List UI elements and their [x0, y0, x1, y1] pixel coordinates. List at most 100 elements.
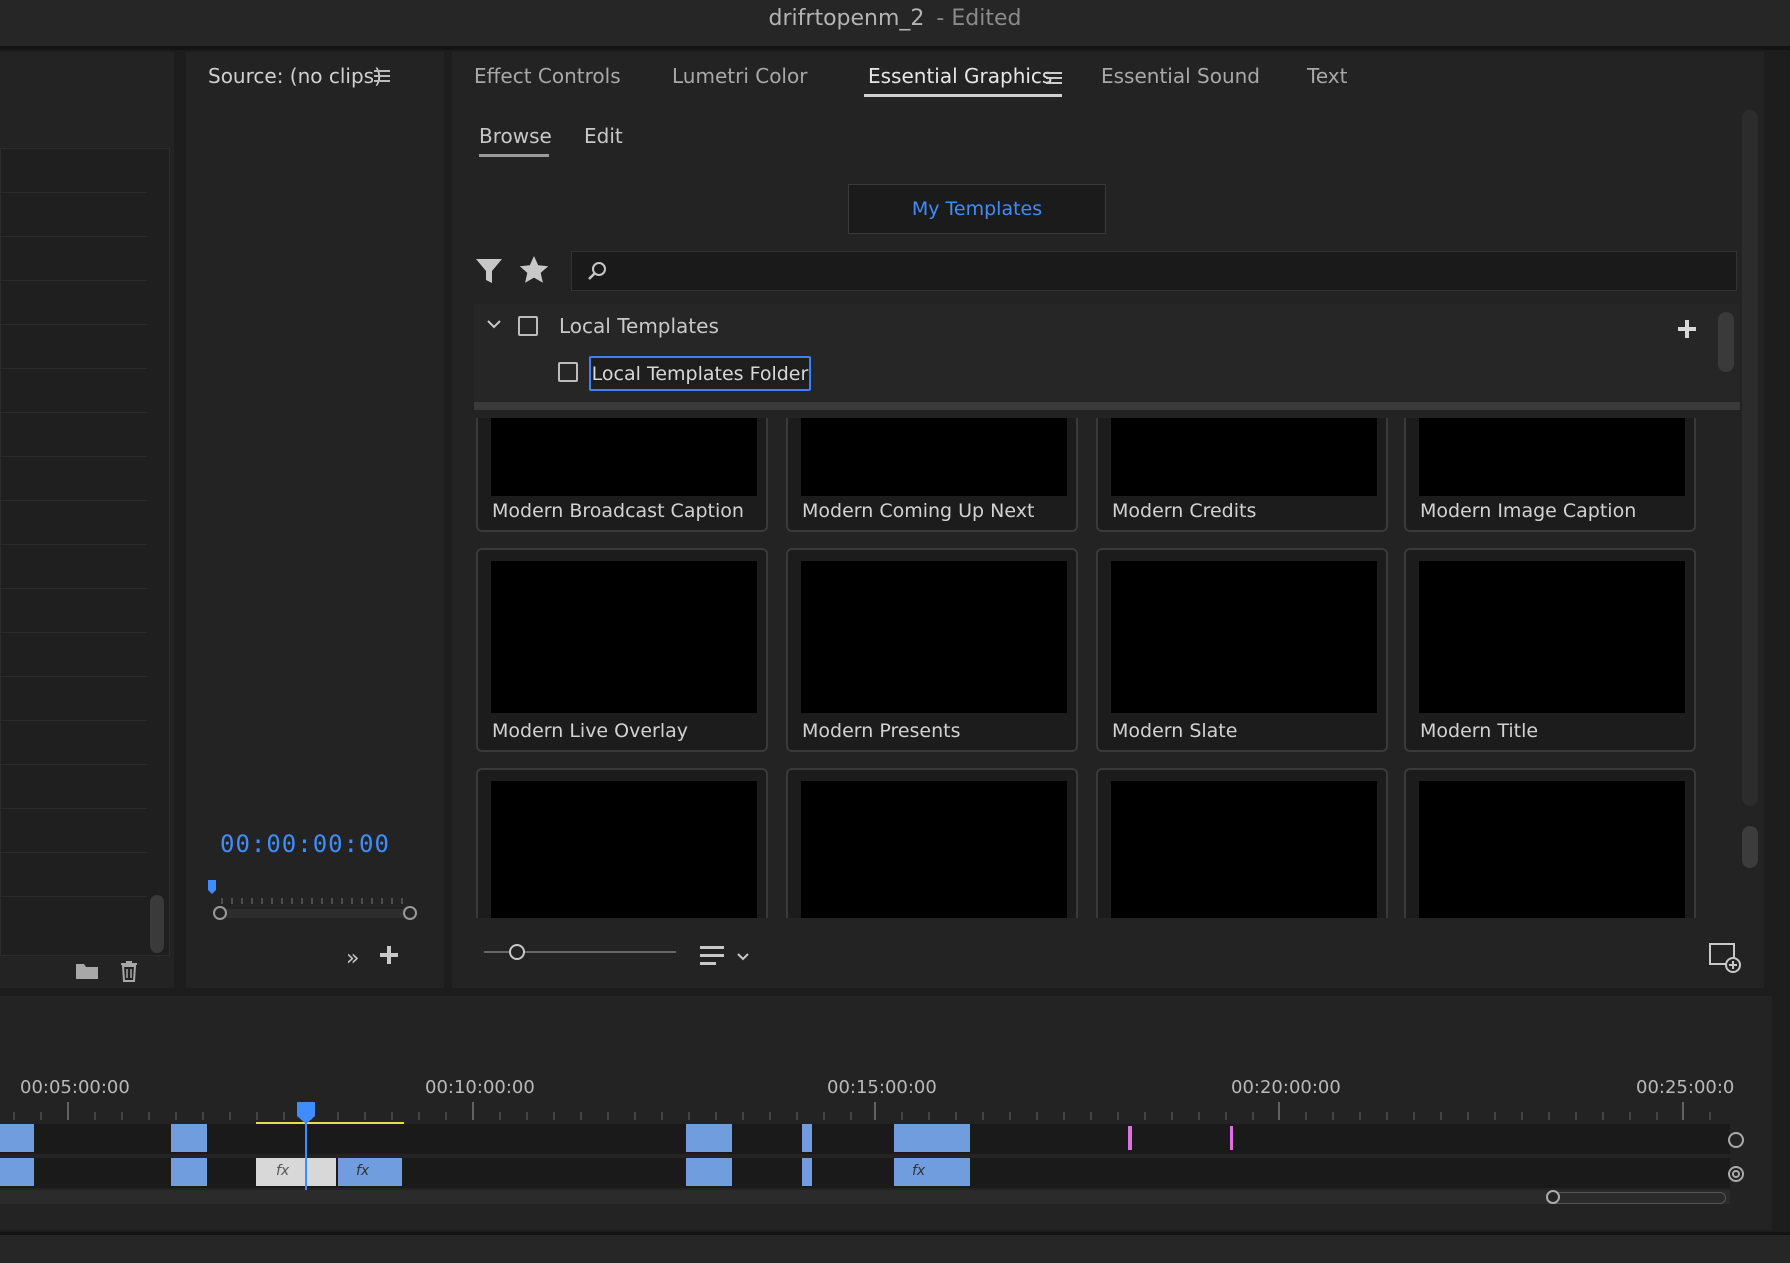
- list-item[interactable]: [1, 281, 147, 325]
- list-item[interactable]: [1, 149, 147, 193]
- list-item[interactable]: [1, 765, 147, 809]
- project-scrollbar[interactable]: [150, 895, 164, 953]
- list-item[interactable]: [1, 457, 147, 501]
- marker[interactable]: [1230, 1126, 1233, 1150]
- fx-icon: fx: [276, 1163, 290, 1179]
- chevron-down-icon[interactable]: [486, 316, 502, 335]
- search-input[interactable]: [571, 251, 1737, 291]
- clip[interactable]: [171, 1124, 207, 1152]
- plus-icon[interactable]: [378, 944, 400, 970]
- template-thumbnail: [1111, 561, 1377, 713]
- source-timecode[interactable]: 00:00:00:00: [220, 830, 390, 858]
- clip[interactable]: fx: [338, 1158, 402, 1186]
- audio-track[interactable]: fx fx fx: [0, 1158, 1730, 1188]
- browse-tab-indicator: [479, 154, 549, 157]
- tab-browse[interactable]: Browse: [479, 124, 552, 148]
- new-item-icon[interactable]: [1708, 942, 1742, 978]
- timeline-horizontal-scrollbar[interactable]: [0, 1190, 1730, 1204]
- template-card[interactable]: Modern Coming Up Next: [786, 418, 1078, 532]
- tab-essential-sound[interactable]: Essential Sound: [1101, 64, 1260, 88]
- list-item[interactable]: [1, 413, 147, 457]
- clip[interactable]: [802, 1124, 812, 1152]
- marker[interactable]: [1128, 1126, 1132, 1150]
- fx-icon: fx: [356, 1163, 370, 1179]
- clip[interactable]: fx: [894, 1158, 970, 1186]
- template-card[interactable]: Modern Live Overlay: [476, 548, 768, 752]
- list-item[interactable]: [1, 325, 147, 369]
- scroll-handle-icon[interactable]: [1546, 1190, 1560, 1204]
- project-name: drifrtopenm_2: [768, 6, 925, 31]
- template-label: Modern Credits: [1112, 500, 1257, 522]
- clip[interactable]: [0, 1124, 34, 1152]
- template-card[interactable]: Modern Image Caption: [1404, 418, 1696, 532]
- tab-essential-graphics[interactable]: Essential Graphics: [868, 64, 1052, 88]
- template-grid: Modern Broadcast Caption Modern Coming U…: [474, 418, 1740, 918]
- template-card[interactable]: Modern Broadcast Caption: [476, 418, 768, 532]
- list-item[interactable]: [1, 237, 147, 281]
- timecode-tick-label: 00:25:00:0: [1636, 1077, 1735, 1098]
- clip[interactable]: [0, 1158, 34, 1186]
- clip[interactable]: [686, 1158, 732, 1186]
- tab-lumetri-color[interactable]: Lumetri Color: [672, 64, 807, 88]
- list-item[interactable]: [1, 853, 147, 897]
- thumbnail-size-slider[interactable]: [482, 940, 678, 968]
- template-card[interactable]: Modern Credits: [1096, 418, 1388, 532]
- template-card[interactable]: [476, 768, 768, 918]
- timecode-tick-label: 00:15:00:00: [827, 1077, 937, 1098]
- template-card[interactable]: [786, 768, 1078, 918]
- template-thumbnail: [1419, 418, 1685, 496]
- template-thumbnail: [1419, 781, 1685, 918]
- list-view-icon[interactable]: [700, 944, 754, 972]
- search-icon: [586, 260, 608, 286]
- scrollbar-thumb[interactable]: [1546, 1192, 1726, 1204]
- template-card[interactable]: Modern Presents: [786, 548, 1078, 752]
- list-item[interactable]: [1, 369, 147, 413]
- templates-scrollbar-thumb[interactable]: [1742, 826, 1758, 868]
- local-templates-scrollbar[interactable]: [1718, 312, 1734, 372]
- video-track[interactable]: [0, 1124, 1730, 1154]
- list-item[interactable]: [1, 545, 147, 589]
- list-item[interactable]: [1, 193, 147, 237]
- source-title[interactable]: Source: (no clips): [208, 64, 382, 88]
- panel-divider[interactable]: [474, 402, 1740, 410]
- track-toggle-icon[interactable]: [1726, 1130, 1746, 1154]
- clip[interactable]: [894, 1124, 970, 1152]
- list-item[interactable]: [1, 501, 147, 545]
- list-item[interactable]: [1, 721, 147, 765]
- local-templates-checkbox[interactable]: [518, 316, 538, 336]
- local-templates-label[interactable]: Local Templates: [559, 314, 719, 338]
- source-mini-ruler[interactable]: [206, 878, 420, 926]
- project-list[interactable]: [0, 148, 170, 956]
- clip[interactable]: [171, 1158, 207, 1186]
- playhead[interactable]: [296, 1102, 316, 1198]
- clip[interactable]: [802, 1158, 812, 1186]
- template-thumbnail: [1111, 418, 1377, 496]
- menu-icon[interactable]: [374, 68, 390, 88]
- local-templates-folder-label[interactable]: Local Templates Folder: [589, 356, 811, 391]
- folder-icon[interactable]: [74, 960, 100, 982]
- template-card[interactable]: Modern Slate: [1096, 548, 1388, 752]
- tab-text[interactable]: Text: [1307, 64, 1347, 88]
- template-thumbnail: [491, 418, 757, 496]
- templates-scrollbar[interactable]: [1742, 110, 1758, 806]
- list-item[interactable]: [1, 589, 147, 633]
- clip[interactable]: [686, 1124, 732, 1152]
- local-templates-folder-checkbox[interactable]: [558, 362, 578, 382]
- plus-icon[interactable]: [1676, 318, 1698, 344]
- list-item[interactable]: [1, 677, 147, 721]
- list-item[interactable]: [1, 633, 147, 677]
- list-item[interactable]: [1, 809, 147, 853]
- track-toggle-icon[interactable]: [1726, 1164, 1746, 1188]
- tab-effect-controls[interactable]: Effect Controls: [474, 64, 621, 88]
- trash-icon[interactable]: [118, 960, 144, 982]
- template-card[interactable]: [1096, 768, 1388, 918]
- menu-icon[interactable]: [1046, 70, 1062, 90]
- template-thumbnail: [1419, 561, 1685, 713]
- star-icon[interactable]: [518, 254, 550, 290]
- tab-edit[interactable]: Edit: [584, 124, 623, 148]
- template-card[interactable]: Modern Title: [1404, 548, 1696, 752]
- filter-icon[interactable]: [474, 256, 504, 290]
- template-card[interactable]: [1404, 768, 1696, 918]
- my-templates-button[interactable]: My Templates: [848, 184, 1106, 234]
- double-chevron-right-icon[interactable]: »: [346, 946, 359, 971]
